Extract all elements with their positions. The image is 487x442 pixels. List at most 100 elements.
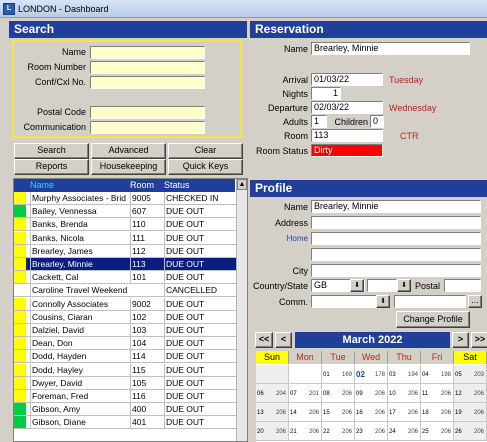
table-row[interactable]: Bailey, Vennessa 607 DUE OUT — [14, 205, 236, 219]
res-name-field[interactable]: Brearley, Minnie — [311, 42, 470, 55]
profile-postal-field[interactable] — [444, 279, 481, 292]
room-number-label: Room Number — [27, 62, 86, 72]
column-header-room[interactable]: Room — [130, 180, 154, 190]
calendar-day-cell[interactable]: 17 206 — [388, 403, 421, 422]
calendar-day-cell[interactable]: 07 201 — [289, 384, 322, 403]
address-line-2[interactable] — [311, 232, 481, 245]
departure-field[interactable]: 02/03/22 — [311, 101, 383, 114]
calendar-day-cell[interactable]: 19 206 — [454, 403, 487, 422]
calendar-day-cell[interactable]: 05 203 — [454, 365, 487, 384]
table-row[interactable]: Banks, Brenda 110 DUE OUT — [14, 218, 236, 232]
table-row[interactable]: Caroline Travel Weekend CANCELLED — [14, 284, 236, 298]
adults-field[interactable]: 1 — [311, 115, 327, 128]
prev-year-button[interactable]: << — [255, 332, 273, 348]
comm-dropdown-icon[interactable]: ⬇ — [376, 295, 390, 308]
calendar-day-cell[interactable]: 12 206 — [454, 384, 487, 403]
room-number-input[interactable] — [90, 61, 205, 74]
table-row[interactable]: Cackett, Cal 101 DUE OUT — [14, 271, 236, 285]
nights-field[interactable]: 1 — [311, 87, 341, 100]
calendar-day-cell[interactable]: 11 206 — [421, 384, 454, 403]
next-month-button[interactable]: > — [452, 332, 469, 348]
table-row[interactable]: Banks, Nicola 111 DUE OUT — [14, 231, 236, 245]
housekeeping-button[interactable]: Housekeeping — [91, 159, 166, 175]
calendar-date: 04 — [422, 372, 429, 378]
table-row[interactable]: Brearley, James 112 DUE OUT — [14, 244, 236, 258]
change-profile-button[interactable]: Change Profile — [396, 311, 470, 328]
calendar-day-cell[interactable]: 21 206 — [289, 422, 322, 441]
calendar-day-cell[interactable]: 16 206 — [355, 403, 388, 422]
calendar-day-cell[interactable]: 02 178 — [355, 365, 388, 384]
calendar-day-cell[interactable]: 14 206 — [289, 403, 322, 422]
calendar-day-cell[interactable]: 24 206 — [388, 422, 421, 441]
nights-label: Nights — [282, 89, 308, 99]
state-field[interactable] — [367, 279, 397, 292]
comm-value-field[interactable] — [394, 295, 466, 308]
address-line-3[interactable] — [311, 248, 481, 261]
calendar-count: 206 — [374, 391, 385, 397]
calendar-day-cell[interactable]: 04 198 — [421, 365, 454, 384]
state-dropdown-icon[interactable]: ⬇ — [397, 279, 411, 292]
country-dropdown-icon[interactable]: ⬇ — [350, 279, 364, 292]
calendar-day-cell[interactable]: 23 206 — [355, 422, 388, 441]
search-button[interactable]: Search — [14, 143, 89, 159]
calendar-day-cell[interactable]: 08 206 — [322, 384, 355, 403]
row-name: Cousins, Ciaran — [30, 310, 130, 323]
calendar-day-cell[interactable]: 15 206 — [322, 403, 355, 422]
table-row[interactable]: Cousins, Ciaran 102 DUE OUT — [14, 310, 236, 324]
table-row[interactable]: Dwyer, David 105 DUE OUT — [14, 376, 236, 390]
row-name: Bailey, Vennessa — [30, 205, 130, 218]
clear-button[interactable]: Clear — [168, 143, 243, 159]
calendar-day-cell[interactable] — [289, 365, 322, 384]
table-row[interactable]: Dalziel, David 103 DUE OUT — [14, 324, 236, 337]
name-search-input[interactable] — [90, 46, 205, 59]
results-scrollbar[interactable]: ▲ — [236, 179, 247, 441]
calendar-day-cell[interactable]: 09 206 — [355, 384, 388, 403]
table-row[interactable]: Foreman, Fred 116 DUE OUT — [14, 390, 236, 403]
row-room: 101 — [130, 271, 162, 284]
row-status: DUE OUT — [164, 218, 236, 231]
table-row[interactable]: Dodd, Hayley 115 DUE OUT — [14, 363, 236, 377]
comm-more-icon[interactable]: ... — [468, 295, 482, 308]
prev-month-button[interactable]: < — [275, 332, 292, 348]
row-status: DUE OUT — [164, 390, 236, 402]
table-row[interactable]: Gibson, Amy 400 DUE OUT — [14, 403, 236, 417]
calendar-day-cell[interactable]: 03 194 — [388, 365, 421, 384]
calendar-month-title: March 2022 — [295, 332, 450, 348]
row-room: 400 — [130, 403, 162, 416]
calendar-day-cell[interactable]: 22 206 — [322, 422, 355, 441]
table-row[interactable]: Dean, Don 104 DUE OUT — [14, 337, 236, 351]
conf-no-input[interactable] — [90, 76, 205, 89]
reports-button[interactable]: Reports — [14, 159, 89, 175]
table-row[interactable]: Brearley, Minnie 113 DUE OUT — [14, 258, 236, 271]
calendar-day-cell[interactable]: 01 169 — [322, 365, 355, 384]
calendar-day-cell[interactable]: 13 206 — [256, 403, 289, 422]
row-name: Brearley, Minnie — [30, 258, 130, 270]
profile-name-field[interactable]: Brearley, Minnie — [311, 200, 481, 213]
calendar-day-cell[interactable]: 20 206 — [256, 422, 289, 441]
calendar-day-cell[interactable]: 25 206 — [421, 422, 454, 441]
scroll-up-icon[interactable]: ▲ — [237, 179, 247, 190]
advanced-button[interactable]: Advanced — [91, 143, 166, 159]
city-field[interactable] — [311, 264, 481, 277]
address-line-1[interactable] — [311, 216, 481, 229]
communication-input[interactable] — [90, 121, 205, 134]
table-row[interactable]: Gibson, Diane 401 DUE OUT — [14, 416, 236, 430]
calendar-day-cell[interactable]: 18 206 — [421, 403, 454, 422]
calendar-day-cell[interactable]: 06 204 — [256, 384, 289, 403]
postal-code-input[interactable] — [90, 106, 205, 119]
arrival-field[interactable]: 01/03/22 — [311, 73, 383, 86]
children-field[interactable]: 0 — [370, 115, 384, 128]
quick-keys-button[interactable]: Quick Keys — [168, 159, 243, 175]
title-bar: L LONDON - Dashboard — [0, 0, 487, 18]
calendar-day-cell[interactable]: 10 206 — [388, 384, 421, 403]
calendar-day-cell[interactable] — [256, 365, 289, 384]
table-row[interactable]: Murphy Associates - Brid 9005 CHECKED IN — [14, 192, 236, 205]
column-header-name[interactable]: Name — [30, 180, 54, 190]
next-year-button[interactable]: >> — [471, 332, 487, 348]
search-header: Search — [9, 21, 247, 38]
table-row[interactable]: Dodd, Hayden 114 DUE OUT — [14, 350, 236, 364]
table-row[interactable]: Connolly Associates 9002 DUE OUT — [14, 297, 236, 311]
calendar-day-cell[interactable]: 26 206 — [454, 422, 487, 441]
room-field[interactable]: 113 — [311, 129, 383, 142]
column-header-status[interactable]: Status — [164, 180, 190, 190]
